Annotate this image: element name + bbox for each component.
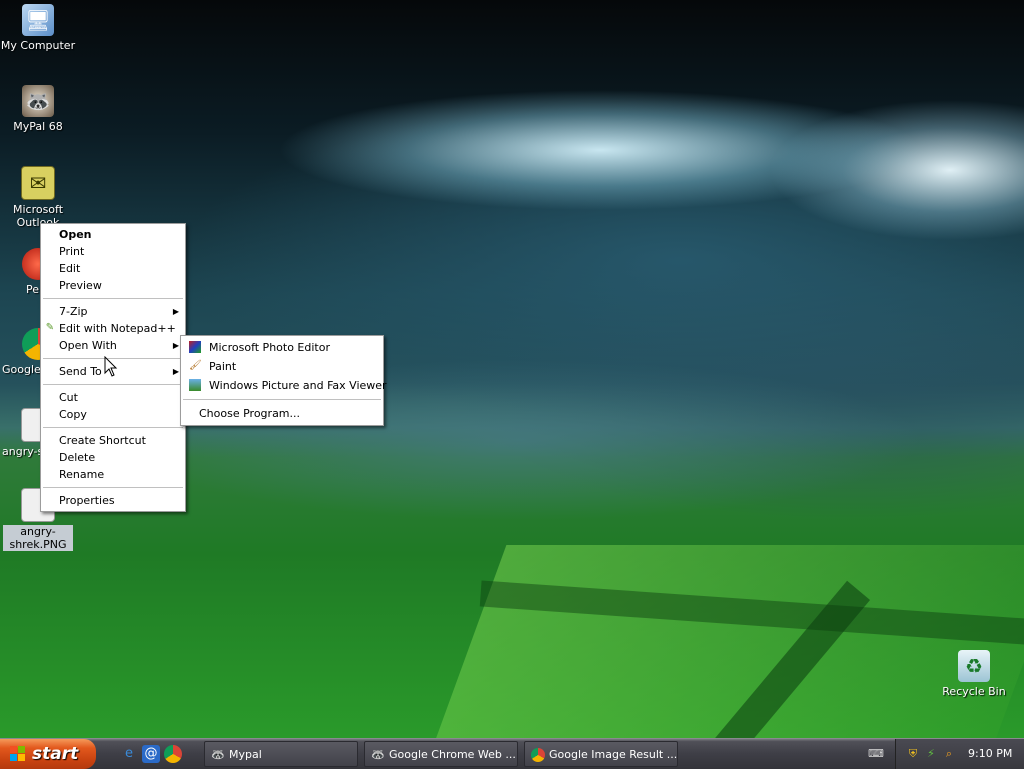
menu-separator: [43, 384, 183, 385]
submenu-arrow-icon: ▶: [172, 341, 179, 350]
menu-item-7zip[interactable]: 7-Zip ▶: [41, 303, 185, 320]
clock[interactable]: 9:10 PM: [968, 739, 1012, 769]
menu-item-create-shortcut[interactable]: Create Shortcut: [41, 432, 185, 449]
taskbar-button-google-chrome-web[interactable]: 🦝 Google Chrome Web ...: [364, 741, 518, 767]
menu-item-cut[interactable]: Cut: [41, 389, 185, 406]
network-icon[interactable]: ⚡: [924, 747, 938, 761]
open-with-submenu: Microsoft Photo Editor 🖌 Paint Windows P…: [180, 335, 387, 426]
menu-item-edit[interactable]: Edit: [41, 260, 185, 277]
photo-editor-icon: [189, 341, 201, 353]
menu-item-label: 7-Zip: [59, 305, 88, 318]
submenu-arrow-icon: ▶: [172, 367, 179, 376]
submenu-arrow-icon: ▶: [172, 307, 179, 316]
submenu-item-label: Windows Picture and Fax Viewer: [209, 379, 387, 392]
wallpaper-light-band: [433, 545, 1024, 738]
menu-separator: [43, 427, 183, 428]
taskbar: start e @ 🦝 Mypal 🦝 Google Chrome Web ..…: [0, 738, 1024, 769]
start-button[interactable]: start: [0, 739, 96, 769]
menu-separator: [43, 298, 183, 299]
outlook-icon: ✉: [21, 166, 55, 200]
mypal-icon: 🦝: [211, 748, 225, 761]
paint-icon: 🖌: [189, 360, 202, 371]
task-label: Google Chrome Web ...: [389, 748, 516, 761]
mouse-pointer-icon: [104, 356, 118, 377]
menu-item-label: Send To: [59, 365, 102, 378]
notepadpp-icon: ✎: [45, 322, 55, 333]
desktop-icon-label: MyPal 68: [13, 120, 63, 133]
menu-item-open-with[interactable]: Open With ▶: [41, 337, 185, 354]
submenu-item-choose-program[interactable]: Choose Program...: [181, 404, 383, 423]
desktop-icon-outlook[interactable]: ✉ Microsoft Outlook: [0, 166, 76, 229]
submenu-item-label: Paint: [209, 360, 237, 373]
mail-icon[interactable]: @: [142, 745, 160, 763]
desktop-icon-label: My Computer: [0, 39, 76, 52]
windows-logo-icon: [10, 746, 26, 762]
submenu-item-picture-viewer[interactable]: Windows Picture and Fax Viewer: [181, 376, 387, 395]
security-shield-icon[interactable]: ⛨: [906, 747, 920, 761]
ie-icon[interactable]: e: [120, 745, 138, 763]
menu-item-edit-notepadpp[interactable]: ✎ Edit with Notepad++: [41, 320, 185, 337]
submenu-item-photo-editor[interactable]: Microsoft Photo Editor: [181, 338, 383, 357]
menu-separator: [43, 487, 183, 488]
desktop-icon-mypal[interactable]: 🦝 MyPal 68: [0, 85, 76, 133]
menu-item-copy[interactable]: Copy: [41, 406, 185, 423]
menu-item-preview[interactable]: Preview: [41, 277, 185, 294]
menu-item-open[interactable]: Open: [41, 226, 185, 243]
taskbar-button-google-image-result[interactable]: Google Image Result ...: [524, 741, 678, 767]
submenu-item-paint[interactable]: 🖌 Paint: [181, 357, 383, 376]
search-icon[interactable]: ⌕: [942, 747, 956, 761]
menu-item-label: Open With: [59, 339, 117, 352]
recycle-bin-icon: ♻: [958, 650, 990, 682]
picture-viewer-icon: [189, 379, 201, 391]
desktop-icon-label: Recycle Bin: [942, 685, 1006, 698]
menu-separator: [183, 399, 381, 400]
menu-item-delete[interactable]: Delete: [41, 449, 185, 466]
start-label: start: [32, 744, 79, 764]
mypal-icon: 🦝: [371, 748, 385, 761]
menu-item-label: Edit with Notepad++: [59, 322, 176, 335]
task-label: Mypal: [229, 748, 262, 761]
chrome-icon[interactable]: [164, 745, 182, 763]
desktop-icon-label: angry-shrek.PNG: [3, 525, 73, 551]
desktop-icon-my-computer[interactable]: 🖥 My Computer: [0, 4, 76, 52]
computer-icon: 🖥: [22, 4, 54, 36]
task-label: Google Image Result ...: [549, 748, 678, 761]
keyboard-icon[interactable]: ⌨: [868, 747, 884, 761]
mypal-icon: 🦝: [22, 85, 54, 117]
menu-item-print[interactable]: Print: [41, 243, 185, 260]
taskbar-button-mypal[interactable]: 🦝 Mypal: [204, 741, 358, 767]
menu-item-rename[interactable]: Rename: [41, 466, 185, 483]
chrome-icon: [531, 748, 545, 762]
menu-item-properties[interactable]: Properties: [41, 492, 185, 509]
submenu-item-label: Microsoft Photo Editor: [209, 341, 330, 354]
desktop-icon-recycle-bin[interactable]: ♻ Recycle Bin: [936, 650, 1012, 698]
